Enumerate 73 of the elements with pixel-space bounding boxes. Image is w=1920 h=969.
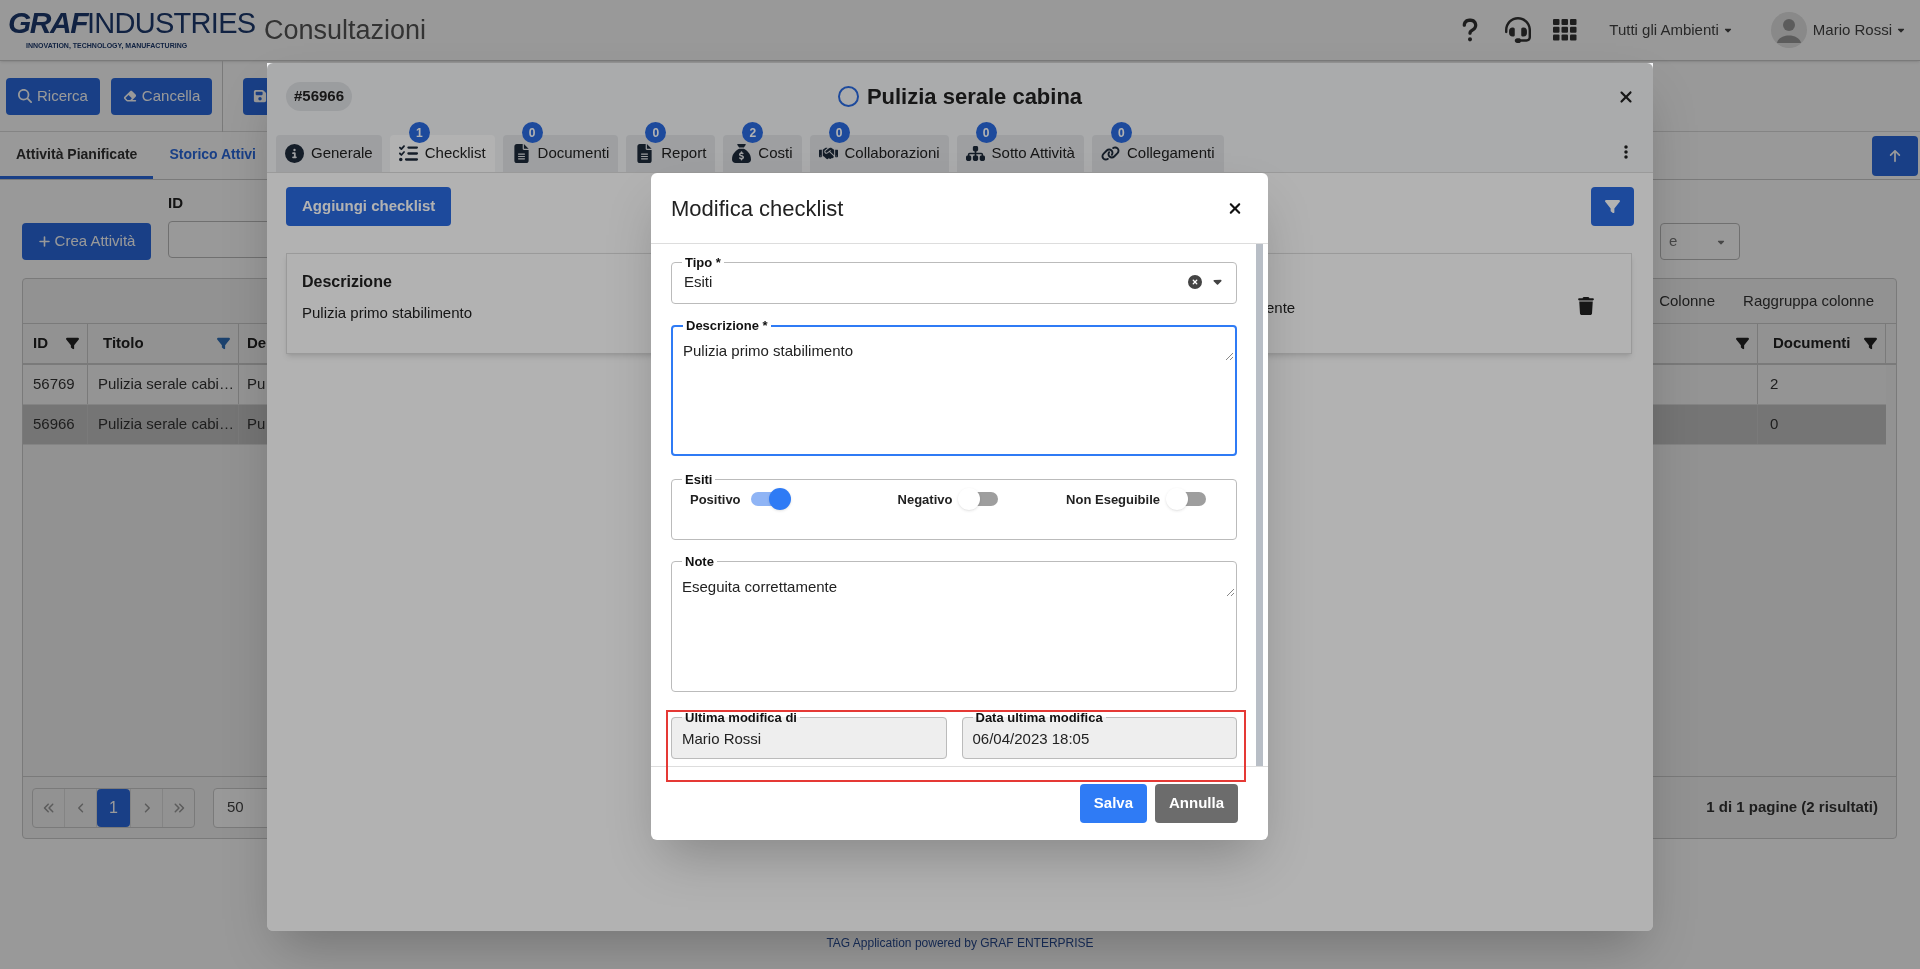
apps-grid-icon[interactable] xyxy=(1553,19,1578,41)
table-action[interactable]: Raggruppa colonne xyxy=(1743,289,1874,313)
toggle-label: Negativo xyxy=(897,490,953,509)
toggle-label: Non Eseguibile xyxy=(1066,490,1160,509)
trash-icon[interactable] xyxy=(1578,297,1594,315)
add-checklist-button[interactable]: Aggiungi checklist xyxy=(286,187,452,226)
column-header[interactable]: ID xyxy=(23,324,88,363)
field-label: Data ultima modifica xyxy=(974,709,1104,727)
document-icon xyxy=(511,144,531,163)
info-icon xyxy=(285,144,304,163)
id-badge: #56966 xyxy=(286,82,353,111)
column-header[interactable]: Documenti xyxy=(1758,324,1886,363)
page-title: Consultazioni xyxy=(264,13,427,47)
filter-icon xyxy=(1605,199,1620,214)
environment-dropdown[interactable]: Tutti gli Ambienti xyxy=(1609,18,1733,42)
table-cell-text: 0 xyxy=(1769,414,1780,435)
create-activity-button[interactable]: Crea Attività xyxy=(22,223,151,260)
page-tab[interactable]: Attività Pianificate xyxy=(0,132,154,179)
dialog-button[interactable]: Salva xyxy=(1079,784,1147,823)
clear-icon[interactable] xyxy=(1188,274,1202,289)
checklist-icon xyxy=(398,144,418,163)
footer-text: TAG Application powered by GRAF ENTERPRISE xyxy=(826,935,1094,952)
dialog-title: Modifica checklist xyxy=(671,194,844,223)
table-cell: Pulizia serale cabi… xyxy=(88,365,239,404)
modal-tab[interactable]: Generale xyxy=(276,135,382,172)
field-label: Esiti xyxy=(684,471,714,489)
table-cell: 56769 xyxy=(23,365,88,404)
toolbar-button[interactable]: Ricerca xyxy=(6,77,100,115)
filter-icon[interactable] xyxy=(66,337,79,350)
field-label: Tipo * xyxy=(684,254,722,272)
table-action[interactable]: Colonne xyxy=(1659,289,1716,313)
page-button[interactable]: 1 xyxy=(97,788,130,827)
search-icon xyxy=(18,89,32,103)
resize-handle-icon[interactable] xyxy=(1225,352,1234,361)
eraser-icon xyxy=(122,89,137,103)
filter-icon[interactable] xyxy=(1864,337,1877,350)
modal-title: Pulizia serale cabina xyxy=(866,83,1083,111)
field-label: Ultima modifica di xyxy=(684,709,798,727)
pagination-summary: 1 di 1 pagine (2 risultati) xyxy=(1706,797,1878,818)
table-cell: Pulizia serale cabi… xyxy=(88,405,239,444)
toggle-label: Positivo xyxy=(690,490,741,509)
page-tab[interactable]: Storico Attivi xyxy=(153,132,272,179)
document-icon xyxy=(635,144,655,163)
hierarchy-icon xyxy=(965,144,985,163)
table-cell-text: Pu xyxy=(246,374,267,395)
user-menu[interactable]: Mario Rossi xyxy=(1812,18,1906,42)
double-chevron-right-icon xyxy=(172,801,185,814)
table-cell-text: 2 xyxy=(1769,374,1780,395)
toolbar-button[interactable]: Cancella xyxy=(110,77,213,115)
link-icon xyxy=(1100,144,1120,163)
headset-icon[interactable] xyxy=(1505,17,1532,43)
dialog-button[interactable]: Annulla xyxy=(1155,784,1238,823)
arrow-up-icon xyxy=(1888,148,1902,163)
field-label: Note xyxy=(684,553,715,571)
column-header[interactable]: Titolo xyxy=(88,324,239,363)
filter-icon[interactable] xyxy=(217,337,230,350)
resize-handle-icon[interactable] xyxy=(1226,588,1235,597)
filter-button[interactable] xyxy=(1591,187,1634,226)
card-heading: Descrizione xyxy=(302,272,392,292)
filter-select[interactable]: e xyxy=(1660,223,1740,260)
table-cell: 56966 xyxy=(23,405,88,444)
plus-icon xyxy=(37,235,51,248)
scroll-top-button[interactable] xyxy=(1872,135,1918,176)
bag-icon xyxy=(732,144,752,163)
double-chevron-left-icon xyxy=(42,801,55,814)
card-text: Pulizia primo stabilimento xyxy=(302,303,473,323)
field-label: Descrizione * xyxy=(685,317,769,335)
column-header[interactable]: De xyxy=(247,332,267,355)
logo-mark: GRAF xyxy=(8,8,87,39)
scrollbar[interactable] xyxy=(1256,244,1263,766)
user-avatar xyxy=(1770,12,1807,48)
filter-icon[interactable] xyxy=(1736,337,1749,350)
table-cell-text: Pu xyxy=(246,414,267,435)
